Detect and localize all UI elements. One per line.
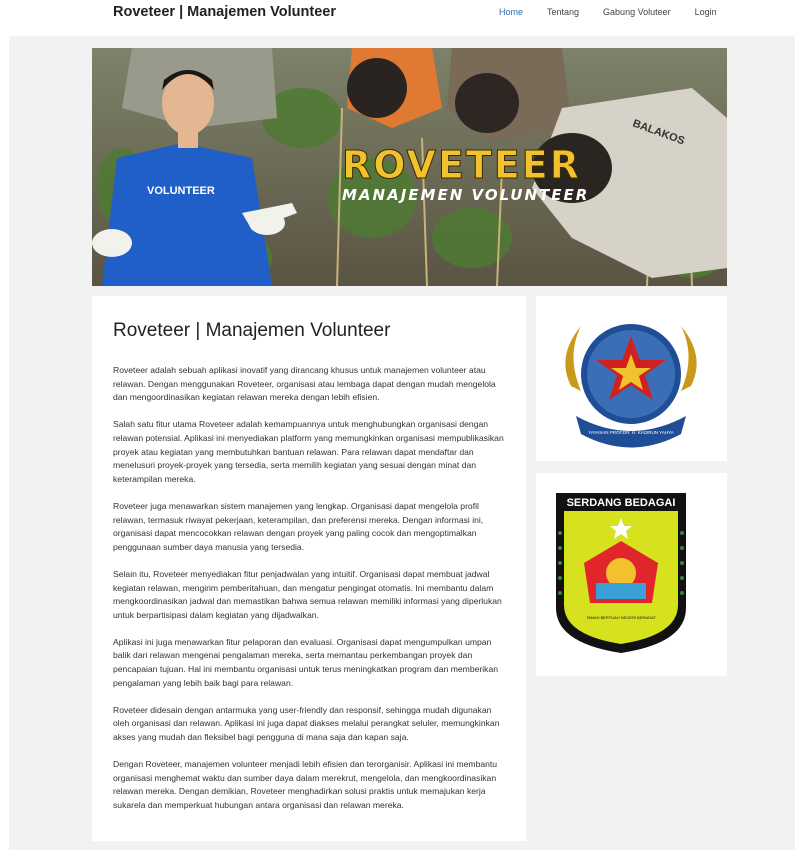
serdang-bedagai-motto: TANAH BERTUAH NEGERI BERADAT [586, 615, 656, 620]
article-paragraph: Roveteer adalah sebuah aplikasi inovatif… [113, 365, 496, 403]
site-brand[interactable]: Roveteer | Manajemen Volunteer [113, 4, 336, 20]
article-paragraph: Selain itu, Roveteer menyediakan fitur p… [113, 568, 502, 620]
serdang-bedagai-title: SERDANG BEDAGAI [567, 497, 676, 509]
top-navbar: Roveteer | Manajemen Volunteer Home Tent… [0, 0, 795, 36]
serdang-bedagai-logo-card: SERDANG BEDAGAI TANAH BERTUAH NEGERI BER… [536, 473, 727, 676]
hero-image: BALAKOS VOLUNTEER ROVETEER MANAJEMEN VOL… [92, 48, 727, 286]
about-article: Roveteer | Manajemen Volunteer Roveteer … [92, 296, 526, 841]
shirt-text: VOLUNTEER [147, 185, 215, 197]
nav-home-link[interactable]: Home [499, 7, 523, 17]
article-paragraph: Dengan Roveteer, manajemen volunteer men… [113, 759, 498, 810]
main-nav: Home Tentang Gabung Voluteer Login [499, 7, 741, 17]
nav-tentang-link[interactable]: Tentang [547, 7, 579, 17]
article-title: Roveteer | Manajemen Volunteer [113, 320, 391, 341]
nav-login-link[interactable]: Login [695, 7, 717, 17]
serdang-bedagai-logo: SERDANG BEDAGAI TANAH BERTUAH NEGERI BER… [556, 493, 686, 653]
hero-subtitle: MANAJEMEN VOLUNTEER [342, 186, 589, 204]
hero-banner: BALAKOS VOLUNTEER ROVETEER MANAJEMEN VOL… [92, 48, 727, 286]
yayasan-logo-ribbon-text: YAYASAN PROF.DR. H. KADIRUN YAHYA [588, 430, 674, 435]
nav-gabung-volunteer-link[interactable]: Gabung Voluteer [603, 7, 671, 17]
page-content: BALAKOS VOLUNTEER ROVETEER MANAJEMEN VOL… [9, 36, 795, 850]
article-paragraph: Salah satu fitur utama Roveteer adalah k… [113, 419, 504, 484]
article-paragraph: Aplikasi ini juga menawarkan fitur pelap… [113, 636, 499, 688]
yayasan-logo: YAYASAN PROF.DR. H. KADIRUN YAHYA [565, 324, 697, 448]
yayasan-logo-card: YAYASAN PROF.DR. H. KADIRUN YAHYA [536, 296, 727, 461]
article-paragraph: Roveteer juga menawarkan sistem manajeme… [113, 500, 484, 552]
hero-title: ROVETEER [342, 143, 581, 187]
article-paragraph: Roveteer didesain dengan antarmuka yang … [113, 704, 500, 743]
